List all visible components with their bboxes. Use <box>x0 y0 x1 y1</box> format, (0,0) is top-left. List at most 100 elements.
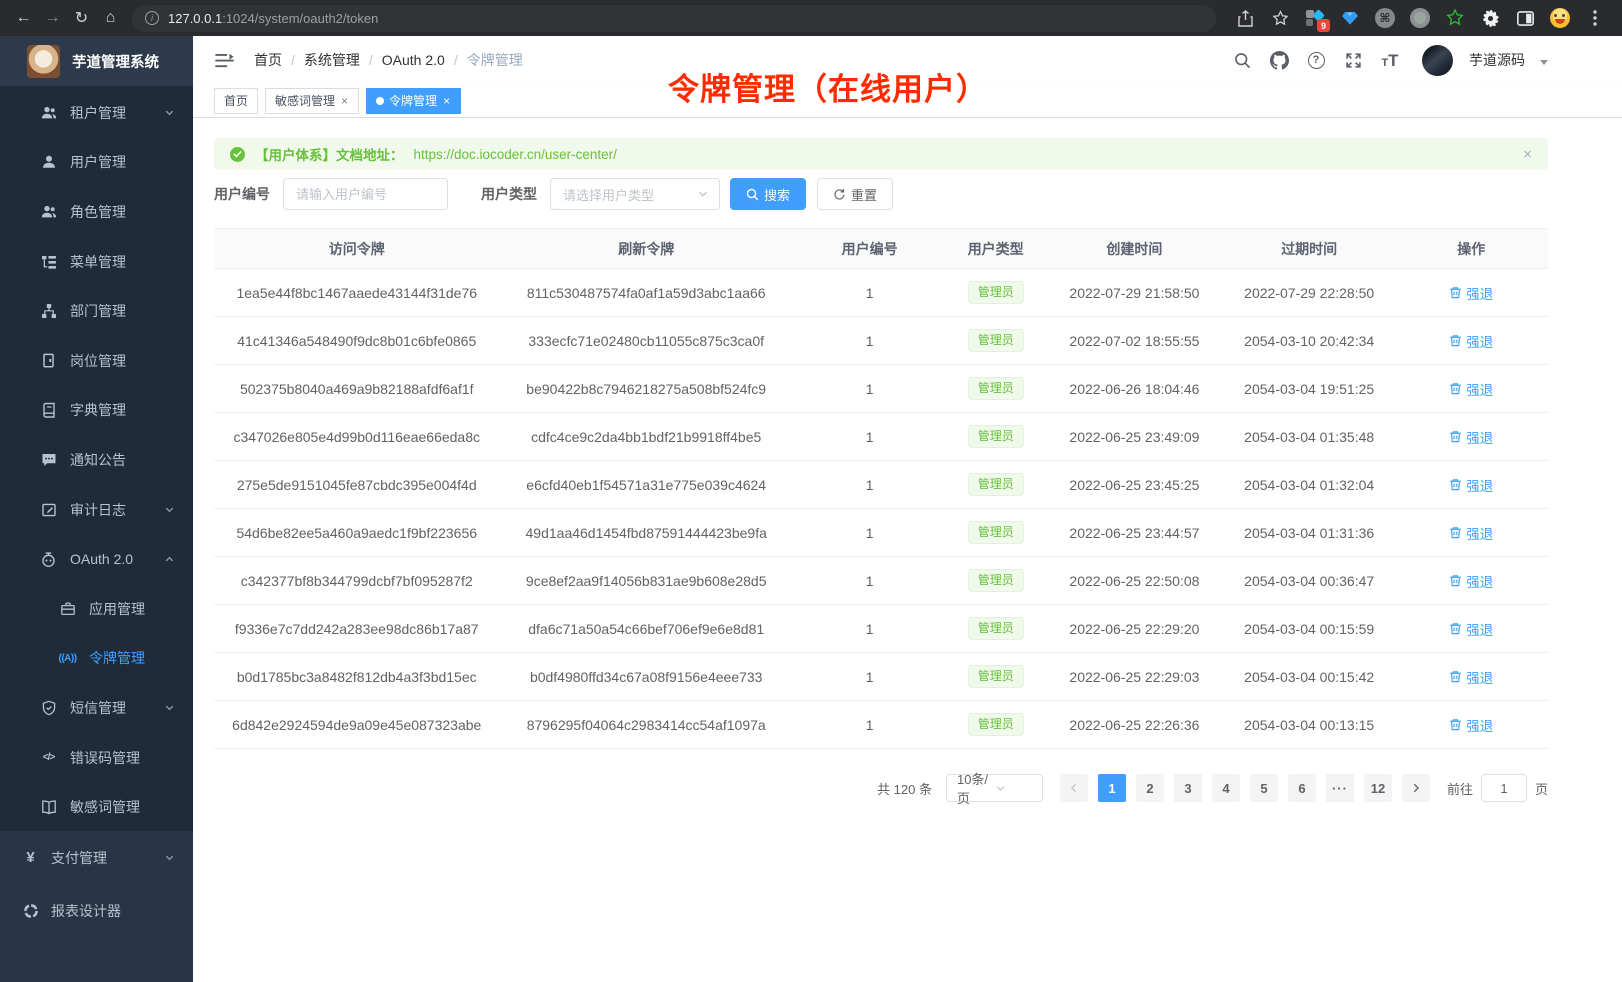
prev-page-button[interactable] <box>1060 774 1088 802</box>
sidebar-item-post[interactable]: 岗位管理 <box>0 336 193 386</box>
user-avatar[interactable] <box>1422 45 1453 76</box>
search-icon[interactable] <box>1227 45 1257 75</box>
sidebar-item-dept[interactable]: 部门管理 <box>0 286 193 336</box>
breadcrumb-item[interactable]: OAuth 2.0 <box>382 52 445 68</box>
created-time-cell: 2022-06-25 22:26:36 <box>1045 701 1224 749</box>
sidebar-item-oauth[interactable]: OAuth 2.0 <box>0 534 193 584</box>
search-button-label: 搜索 <box>764 185 790 204</box>
goto-page-input[interactable] <box>1481 774 1527 802</box>
sidebar-item-sensitive-word[interactable]: 敏感词管理 <box>0 782 193 831</box>
split-screen-extension-icon[interactable] <box>1514 7 1536 29</box>
force-logout-button[interactable]: 强退 <box>1449 715 1493 735</box>
chevron-down-icon <box>164 852 175 863</box>
force-logout-button[interactable]: 强退 <box>1449 619 1493 639</box>
sidebar-item-dict[interactable]: 字典管理 <box>0 386 193 436</box>
page-number-button[interactable]: 2 <box>1136 774 1164 802</box>
expire-time-cell: 2054-03-04 00:15:42 <box>1224 653 1395 701</box>
url-text: 127.0.0.1:1024/system/oauth2/token <box>168 11 378 26</box>
force-logout-button[interactable]: 强退 <box>1449 427 1493 447</box>
close-icon[interactable]: × <box>340 95 349 107</box>
bookmark-star-icon[interactable] <box>1269 7 1291 29</box>
created-time-cell: 2022-06-25 23:49:09 <box>1045 413 1224 461</box>
browser-home-icon[interactable]: ⌂ <box>97 5 124 32</box>
sidebar-item-label: 菜单管理 <box>70 252 126 272</box>
address-bar[interactable]: i 127.0.0.1:1024/system/oauth2/token <box>132 5 1216 32</box>
gem-extension-icon[interactable] <box>1339 7 1361 29</box>
tab-home[interactable]: 首页 <box>214 88 258 114</box>
emoji-extension-icon[interactable] <box>1549 7 1571 29</box>
fullscreen-icon[interactable] <box>1338 45 1368 75</box>
force-logout-button[interactable]: 强退 <box>1449 331 1493 351</box>
browser-menu-icon[interactable] <box>1584 7 1606 29</box>
breadcrumb-separator: / <box>454 52 458 68</box>
chevron-down-icon <box>164 504 175 515</box>
force-logout-button[interactable]: 强退 <box>1449 523 1493 543</box>
star-green-extension-icon[interactable] <box>1444 7 1466 29</box>
browser-forward-icon[interactable]: → <box>39 5 66 32</box>
font-size-icon[interactable]: TT <box>1375 45 1405 75</box>
site-info-icon[interactable]: i <box>145 11 159 25</box>
sidebar-item-tenant[interactable]: 租户管理 <box>0 88 193 138</box>
force-logout-button[interactable]: 强退 <box>1449 667 1493 687</box>
access-token-cell: 1ea5e44f8bc1467aaede43144f31de76 <box>214 269 499 317</box>
page-number-button[interactable]: 6 <box>1288 774 1316 802</box>
browser-back-icon[interactable]: ← <box>10 5 37 32</box>
sidebar-item-app-manage[interactable]: 应用管理 <box>0 584 193 634</box>
sidebar-item-sms[interactable]: 短信管理 <box>0 683 193 733</box>
page-size-select[interactable]: 10条/页 <box>946 774 1043 802</box>
tab-label: 令牌管理 <box>389 92 437 109</box>
page-number-button[interactable]: 1 <box>1098 774 1126 802</box>
expire-time-cell: 2054-03-04 00:13:15 <box>1224 701 1395 749</box>
reset-button[interactable]: 重置 <box>817 178 893 210</box>
force-logout-button[interactable]: 强退 <box>1449 475 1493 495</box>
breadcrumb-item[interactable]: 首页 <box>254 50 282 70</box>
app-logo[interactable]: 芋道管理系统 <box>0 36 193 86</box>
created-time-cell: 2022-07-02 18:55:55 <box>1045 317 1224 365</box>
tree-table-icon <box>40 254 57 270</box>
tab-sensitive-word[interactable]: 敏感词管理 × <box>265 88 359 114</box>
extensions-icon[interactable]: 9 <box>1304 7 1326 29</box>
sidebar-item-pay[interactable]: ¥ 支付管理 <box>0 831 193 884</box>
user-dropdown-caret-icon[interactable] <box>1540 60 1548 65</box>
page-number-button[interactable]: 3 <box>1174 774 1202 802</box>
page-number-button[interactable]: 12 <box>1364 774 1392 802</box>
sidebar-item-user[interactable]: 用户管理 <box>0 138 193 188</box>
page-number-button[interactable]: ··· <box>1326 774 1354 802</box>
sidebar-item-audit-log[interactable]: 审计日志 <box>0 485 193 535</box>
breadcrumb-separator: / <box>291 52 295 68</box>
github-icon[interactable] <box>1264 45 1294 75</box>
alert-close-icon[interactable]: × <box>1523 146 1532 163</box>
user-id-cell: 1 <box>793 269 946 317</box>
sidebar-item-report-designer[interactable]: 报表设计器 <box>0 884 193 937</box>
record-extension-icon[interactable] <box>1409 7 1431 29</box>
page-number-button[interactable]: 5 <box>1250 774 1278 802</box>
table-header-row: 访问令牌 刷新令牌 用户编号 用户类型 创建时间 过期时间 操作 <box>214 229 1548 269</box>
sidebar-collapse-icon[interactable] <box>209 47 240 74</box>
breadcrumb-item[interactable]: 系统管理 <box>304 50 360 70</box>
browser-reload-icon[interactable]: ↻ <box>68 5 95 32</box>
user-type-select[interactable]: 请选择用户类型 <box>550 178 720 210</box>
force-logout-button[interactable]: 强退 <box>1449 571 1493 591</box>
close-icon[interactable]: × <box>442 95 451 107</box>
search-button[interactable]: 搜索 <box>730 178 806 210</box>
next-page-button[interactable] <box>1402 774 1430 802</box>
force-logout-button[interactable]: 强退 <box>1449 283 1493 303</box>
help-icon[interactable]: ? <box>1301 45 1331 75</box>
page-number-button[interactable]: 4 <box>1212 774 1240 802</box>
command-extension-icon[interactable]: ⌘ <box>1374 7 1396 29</box>
sidebar-item-role[interactable]: 角色管理 <box>0 187 193 237</box>
doc-link[interactable]: https://doc.iocoder.cn/user-center/ <box>414 147 617 162</box>
sidebar-item-token-manage[interactable]: ((A)) 令牌管理 <box>0 634 193 684</box>
tab-token-manage[interactable]: 令牌管理 × <box>366 88 461 114</box>
action-cell: 强退 <box>1395 461 1548 509</box>
id-badge-icon <box>40 353 57 368</box>
sidebar-item-notice[interactable]: 通知公告 <box>0 435 193 485</box>
force-logout-button[interactable]: 强退 <box>1449 379 1493 399</box>
user-id-input[interactable] <box>283 178 448 210</box>
user-name[interactable]: 芋道源码 <box>1469 50 1525 70</box>
sidebar-item-error-code[interactable]: </> 错误码管理 <box>0 733 193 783</box>
user-type-badge: 管理员 <box>968 425 1024 449</box>
pinwheel-extension-icon[interactable] <box>1479 7 1501 29</box>
share-icon[interactable] <box>1234 7 1256 29</box>
sidebar-item-menu[interactable]: 菜单管理 <box>0 237 193 287</box>
